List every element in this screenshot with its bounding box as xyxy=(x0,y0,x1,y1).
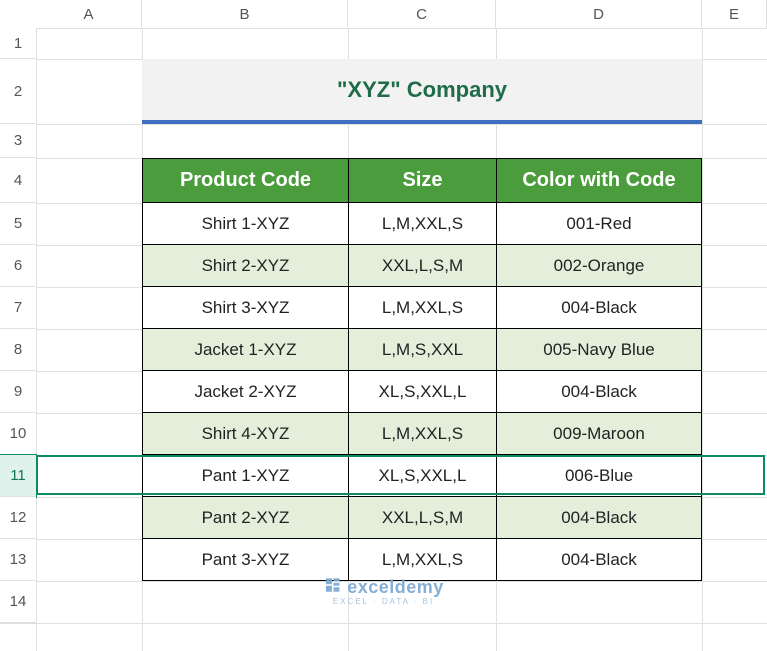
table-header-cell[interactable]: Color with Code xyxy=(496,158,702,203)
table-row[interactable]: Pant 3-XYZL,M,XXL,S004-Black xyxy=(142,539,702,581)
table-cell[interactable]: 004-Black xyxy=(496,287,702,329)
row-header-6[interactable]: 6 xyxy=(0,245,36,287)
table-cell[interactable]: 001-Red xyxy=(496,203,702,245)
table-cell[interactable]: 004-Black xyxy=(496,497,702,539)
table-row[interactable]: Pant 1-XYZXL,S,XXL,L006-Blue xyxy=(142,455,702,497)
table-cell[interactable]: XL,S,XXL,L xyxy=(348,455,496,497)
row-header-11[interactable]: 11 xyxy=(0,455,36,497)
table-header-cell[interactable]: Product Code xyxy=(142,158,348,203)
table-cell[interactable]: L,M,XXL,S xyxy=(348,539,496,581)
table-header-cell[interactable]: Size xyxy=(348,158,496,203)
watermark: exceldemyEXCEL · DATA · BI xyxy=(323,576,444,606)
table-cell[interactable]: XXL,L,S,M xyxy=(348,245,496,287)
column-header-C[interactable]: C xyxy=(348,0,496,28)
row-header-3[interactable]: 3 xyxy=(0,124,36,158)
column-header-A[interactable]: A xyxy=(36,0,142,28)
table-cell[interactable]: L,M,XXL,S xyxy=(348,413,496,455)
table-cell[interactable]: Shirt 1-XYZ xyxy=(142,203,348,245)
table-cell[interactable]: Pant 1-XYZ xyxy=(142,455,348,497)
table-cell[interactable]: Shirt 2-XYZ xyxy=(142,245,348,287)
table-row[interactable]: Shirt 2-XYZXXL,L,S,M002-Orange xyxy=(142,245,702,287)
table-cell[interactable]: 006-Blue xyxy=(496,455,702,497)
gridline-vertical xyxy=(36,0,37,651)
watermark-icon xyxy=(323,576,341,599)
table-cell[interactable]: 009-Maroon xyxy=(496,413,702,455)
row-header-7[interactable]: 7 xyxy=(0,287,36,329)
table-cell[interactable]: L,M,XXL,S xyxy=(348,203,496,245)
table-cell[interactable]: Jacket 2-XYZ xyxy=(142,371,348,413)
table-row[interactable]: Shirt 4-XYZL,M,XXL,S009-Maroon xyxy=(142,413,702,455)
row-header-9[interactable]: 9 xyxy=(0,371,36,413)
table-row[interactable]: Pant 2-XYZXXL,L,S,M004-Black xyxy=(142,497,702,539)
column-header-B[interactable]: B xyxy=(142,0,348,28)
table-row[interactable]: Jacket 2-XYZXL,S,XXL,L004-Black xyxy=(142,371,702,413)
row-header-5[interactable]: 5 xyxy=(0,203,36,245)
table-row[interactable]: Jacket 1-XYZL,M,S,XXL005-Navy Blue xyxy=(142,329,702,371)
row-header-8[interactable]: 8 xyxy=(0,329,36,371)
gridline-horizontal xyxy=(0,124,767,125)
table-cell[interactable]: 002-Orange xyxy=(496,245,702,287)
table-cell[interactable]: Jacket 1-XYZ xyxy=(142,329,348,371)
table-header-row: Product CodeSizeColor with Code xyxy=(142,158,702,203)
table-cell[interactable]: XXL,L,S,M xyxy=(348,497,496,539)
row-header-1[interactable]: 1 xyxy=(0,28,36,59)
gridline-vertical xyxy=(702,0,703,651)
watermark-tagline: EXCEL · DATA · BI xyxy=(333,597,434,606)
table-cell[interactable]: L,M,S,XXL xyxy=(348,329,496,371)
table-cell[interactable]: Shirt 4-XYZ xyxy=(142,413,348,455)
column-header-E[interactable]: E xyxy=(702,0,767,28)
row-header-10[interactable]: 10 xyxy=(0,413,36,455)
spreadsheet[interactable]: ABCDE1234567891011121314"XYZ" CompanyPro… xyxy=(0,0,767,651)
table-cell[interactable]: Pant 2-XYZ xyxy=(142,497,348,539)
table-row[interactable]: Shirt 3-XYZL,M,XXL,S004-Black xyxy=(142,287,702,329)
gridline-horizontal xyxy=(0,623,767,624)
table-cell[interactable]: 004-Black xyxy=(496,371,702,413)
row-header-2[interactable]: 2 xyxy=(0,59,36,124)
row-header-4[interactable]: 4 xyxy=(0,158,36,203)
table-row[interactable]: Shirt 1-XYZL,M,XXL,S001-Red xyxy=(142,203,702,245)
watermark-brand: exceldemy xyxy=(347,577,444,598)
column-header-D[interactable]: D xyxy=(496,0,702,28)
table-cell[interactable]: 004-Black xyxy=(496,539,702,581)
table-cell[interactable]: 005-Navy Blue xyxy=(496,329,702,371)
table-cell[interactable]: XL,S,XXL,L xyxy=(348,371,496,413)
row-header-14[interactable]: 14 xyxy=(0,581,36,623)
table-cell[interactable]: Shirt 3-XYZ xyxy=(142,287,348,329)
page-title[interactable]: "XYZ" Company xyxy=(142,59,702,124)
row-header-13[interactable]: 13 xyxy=(0,539,36,581)
gridline-horizontal xyxy=(0,28,767,29)
row-header-12[interactable]: 12 xyxy=(0,497,36,539)
table-cell[interactable]: L,M,XXL,S xyxy=(348,287,496,329)
table-cell[interactable]: Pant 3-XYZ xyxy=(142,539,348,581)
